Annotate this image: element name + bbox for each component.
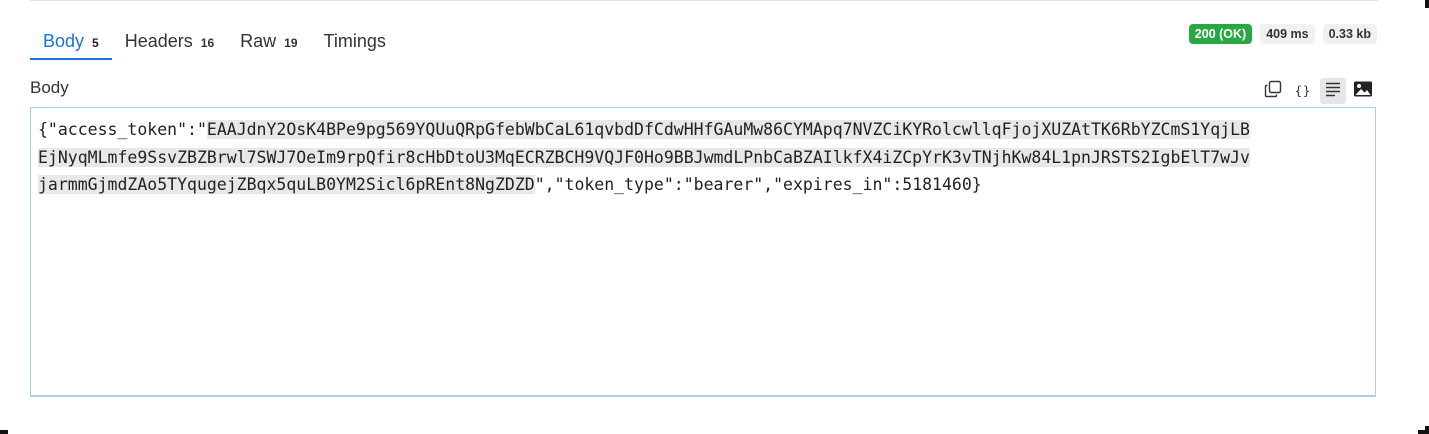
braces-icon: {} bbox=[1294, 84, 1312, 98]
response-size-badge: 0.33 kb bbox=[1322, 24, 1377, 44]
json-line-1-prefix: {"access_token":" bbox=[38, 120, 207, 139]
copy-icon bbox=[1263, 79, 1283, 104]
corner-marker bbox=[1418, 430, 1429, 434]
corner-marker bbox=[1425, 0, 1429, 8]
json-access-token-part-2: EjNyqMLmfe9SsvZBZBrwl7SWJ7OeIm9rpQfir8cH… bbox=[38, 147, 1250, 167]
response-tabs: Body 5 Headers 16 Raw 19 Timings bbox=[30, 22, 399, 62]
body-toolbar: {} bbox=[1260, 78, 1376, 104]
tab-body-count: 5 bbox=[92, 35, 99, 50]
image-icon bbox=[1353, 80, 1373, 103]
tab-headers[interactable]: Headers 16 bbox=[112, 22, 227, 60]
json-access-token-part-3: jarmmGjmdZAo5TYqugejZBqx5quLB0YM2Sicl6pR… bbox=[38, 175, 535, 194]
json-line-3-suffix: ","token_type":"bearer","expires_in":518… bbox=[534, 175, 982, 194]
response-body-code: {"access_token":"EAAJdnY2OsK4BPe9pg569YQ… bbox=[38, 116, 1372, 199]
tab-timings-label: Timings bbox=[323, 30, 386, 51]
tab-headers-label: Headers bbox=[124, 30, 193, 51]
tab-timings[interactable]: Timings bbox=[311, 22, 399, 60]
tab-body-label: Body bbox=[43, 30, 85, 51]
tab-raw-label: Raw bbox=[240, 30, 277, 51]
tab-raw-count: 19 bbox=[284, 35, 298, 50]
wrap-lines-button[interactable] bbox=[1320, 78, 1346, 104]
format-json-button[interactable]: {} bbox=[1290, 78, 1316, 104]
response-time-badge: 409 ms bbox=[1260, 24, 1315, 44]
corner-marker bbox=[0, 430, 8, 434]
status-code-badge: 200 (OK) bbox=[1188, 24, 1253, 44]
json-access-token-part-1: EAAJdnY2OsK4BPe9pg569YQUuQRpGfebWbCaL61q… bbox=[206, 120, 1250, 139]
tab-body[interactable]: Body 5 bbox=[30, 22, 112, 60]
wrap-lines-icon bbox=[1324, 80, 1342, 103]
tab-headers-count: 16 bbox=[200, 35, 215, 50]
tab-raw[interactable]: Raw 19 bbox=[227, 22, 310, 60]
top-divider bbox=[30, 0, 1378, 1]
preview-image-button[interactable] bbox=[1350, 78, 1376, 104]
copy-button[interactable] bbox=[1260, 78, 1286, 104]
response-status: 200 (OK) 409 ms 0.33 kb bbox=[1188, 24, 1377, 44]
response-body-viewer[interactable]: {"access_token":"EAAJdnY2OsK4BPe9pg569YQ… bbox=[30, 107, 1376, 397]
body-section-label: Body bbox=[30, 78, 69, 97]
